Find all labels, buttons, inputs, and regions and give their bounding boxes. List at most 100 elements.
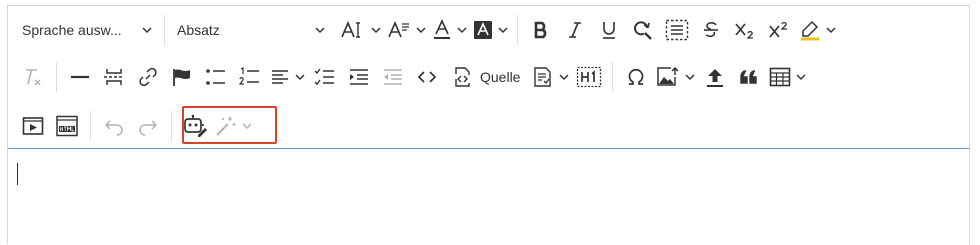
font-family-icon	[388, 20, 409, 38]
style-select[interactable]: Sprache ausw...	[16, 13, 158, 47]
indent-button[interactable]	[342, 60, 376, 94]
upload-button[interactable]	[698, 60, 732, 94]
chevron-down-icon	[826, 27, 836, 34]
chevron-down-icon	[685, 74, 695, 81]
link-button[interactable]	[131, 60, 165, 94]
background-color-icon	[474, 21, 492, 39]
chevron-down-icon	[295, 74, 305, 81]
blockquote-button[interactable]	[732, 60, 766, 94]
find-replace-button[interactable]	[626, 13, 660, 47]
omega-icon	[629, 68, 644, 85]
toolbar-divider	[612, 62, 614, 92]
background-color-button[interactable]	[470, 13, 511, 47]
remove-format-button[interactable]	[16, 60, 50, 94]
image-icon	[657, 66, 679, 86]
font-size-icon	[341, 20, 360, 38]
templates-button[interactable]	[529, 60, 572, 94]
font-color-button[interactable]	[429, 13, 470, 47]
page-break-icon	[104, 69, 124, 85]
alignment-button[interactable]	[267, 60, 308, 94]
numbered-list-button[interactable]	[233, 60, 267, 94]
insert-image-button[interactable]	[653, 60, 698, 94]
select-all-icon	[665, 19, 689, 41]
html-embed-icon	[56, 115, 78, 137]
robot-pencil-icon	[182, 114, 207, 137]
undo-icon	[104, 120, 123, 136]
source-button[interactable]: Quelle	[450, 60, 523, 94]
heading-button[interactable]	[572, 60, 606, 94]
indent-icon	[350, 69, 368, 85]
italic-icon	[569, 22, 581, 38]
horizontal-line-button[interactable]	[63, 60, 97, 94]
redo-icon	[139, 120, 158, 136]
bold-icon	[534, 21, 547, 39]
italic-button[interactable]	[558, 13, 592, 47]
undo-button[interactable]	[97, 109, 131, 143]
chevron-down-icon	[371, 27, 381, 34]
page-break-button[interactable]	[97, 60, 131, 94]
bold-button[interactable]	[524, 13, 558, 47]
font-family-button[interactable]	[384, 13, 429, 47]
chevron-down-icon	[457, 27, 467, 34]
ai-assistant-button[interactable]	[178, 109, 212, 143]
table-icon	[770, 67, 791, 87]
anchor-button[interactable]	[165, 60, 199, 94]
source-button-label: Quelle	[480, 69, 521, 85]
chevron-down-icon	[796, 74, 806, 81]
code-icon	[417, 71, 437, 83]
checklist-icon	[314, 68, 334, 86]
link-icon	[139, 67, 157, 87]
subscript-button[interactable]	[728, 13, 762, 47]
quote-icon	[740, 70, 758, 84]
strikethrough-button[interactable]	[694, 13, 728, 47]
toolbar-divider	[90, 111, 91, 141]
numbered-list-icon	[239, 67, 259, 85]
superscript-button[interactable]	[762, 13, 796, 47]
chevron-down-icon	[242, 123, 252, 130]
highlight-button[interactable]	[796, 13, 839, 47]
heading-icon	[577, 66, 602, 88]
highlighter-icon	[801, 20, 819, 41]
align-left-icon	[272, 70, 288, 84]
chevron-down-icon	[142, 27, 152, 34]
magic-wand-icon	[216, 117, 236, 136]
source-code-icon	[455, 67, 470, 87]
toolbar-row-3	[16, 104, 255, 148]
editor-content-area[interactable]	[8, 148, 969, 245]
redo-button[interactable]	[131, 109, 165, 143]
todo-list-button[interactable]	[308, 60, 342, 94]
insert-html-button[interactable]	[50, 109, 84, 143]
toolbar-row-2: Quelle	[16, 55, 809, 99]
document-template-icon	[534, 67, 552, 87]
remove-format-icon	[26, 69, 41, 86]
strikethrough-icon	[704, 22, 718, 38]
chevron-down-icon	[559, 74, 569, 81]
select-all-button[interactable]	[660, 13, 694, 47]
bulleted-list-button[interactable]	[199, 60, 233, 94]
toolbar-divider	[56, 62, 57, 92]
ai-magic-button[interactable]	[212, 109, 255, 143]
font-size-button[interactable]	[337, 13, 384, 47]
insert-video-button[interactable]	[16, 109, 50, 143]
underline-icon	[603, 22, 615, 39]
rich-text-editor: Sprache ausw... Absatz Quelle	[7, 5, 970, 245]
toolbar-divider	[164, 15, 165, 45]
superscript-icon	[769, 21, 787, 38]
upload-icon	[707, 69, 724, 87]
style-select-value: Sprache ausw...	[22, 22, 122, 38]
code-button[interactable]	[410, 60, 444, 94]
toolbar-divider	[517, 15, 518, 45]
format-select-value: Absatz	[177, 22, 220, 38]
underline-button[interactable]	[592, 13, 626, 47]
chevron-down-icon	[315, 27, 325, 34]
insert-table-button[interactable]	[766, 60, 809, 94]
subscript-icon	[735, 23, 753, 39]
chevron-down-icon	[416, 27, 426, 34]
editor-toolbar: Sprache ausw... Absatz Quelle	[8, 6, 969, 148]
outdent-icon	[384, 69, 402, 85]
outdent-button[interactable]	[376, 60, 410, 94]
flag-icon	[173, 69, 190, 86]
chevron-down-icon	[498, 27, 508, 34]
special-characters-button[interactable]	[619, 60, 653, 94]
format-select[interactable]: Absatz	[171, 13, 331, 47]
